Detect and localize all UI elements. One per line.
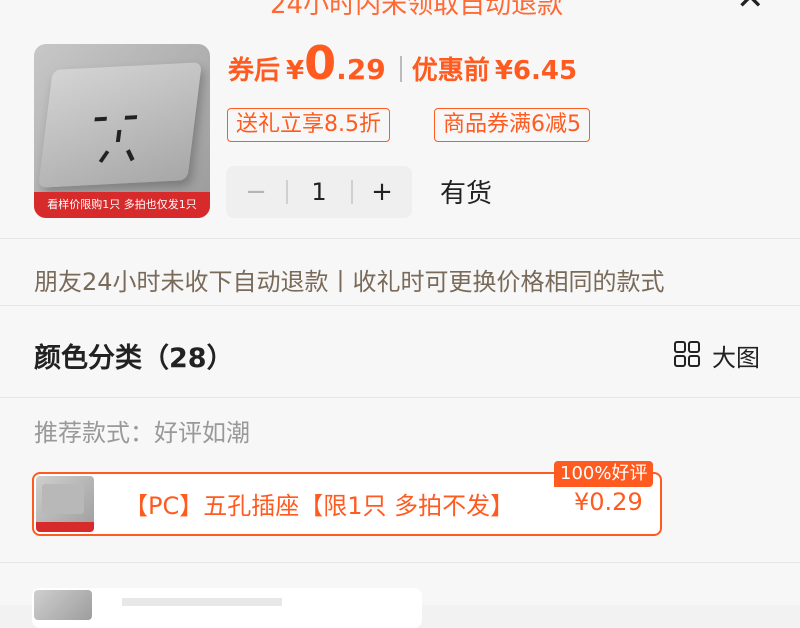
discount-tag: 送礼立享8.5折 xyxy=(227,108,390,142)
variant-thumbnail xyxy=(36,476,94,532)
close-icon[interactable]: ✕ xyxy=(736,0,765,18)
product-thumbnail[interactable]: 看样价限购1只 多拍也仅发1只 xyxy=(34,44,210,218)
stock-status: 有货 xyxy=(440,179,493,209)
original-price: ¥6.45 xyxy=(494,56,578,86)
variant-thumbnail xyxy=(34,590,92,620)
quantity-stepper: − 1 + xyxy=(226,166,412,218)
variant-section-title: 颜色分类（28） xyxy=(34,343,234,374)
increase-button[interactable]: + xyxy=(352,166,412,218)
rating-badge: 100%好评 xyxy=(554,461,654,487)
sku-sheet: 24小时内未领取自动退款 ✕ 看样价限购1只 多拍也仅发1只 券后¥0.29优惠… xyxy=(0,0,800,628)
recommend-label: 推荐款式：好评如潮 xyxy=(34,419,250,447)
price-decimal: .29 xyxy=(336,53,386,86)
original-price-label: 优惠前 xyxy=(411,56,490,86)
price-divider xyxy=(399,56,402,82)
thumb-promo-banner: 看样价限购1只 多拍也仅发1只 xyxy=(34,192,210,218)
variant-option[interactable] xyxy=(32,588,422,628)
quantity-value[interactable]: 1 xyxy=(287,166,351,218)
divider xyxy=(0,238,800,239)
socket-image xyxy=(38,62,202,188)
gift-notice: 朋友24小时未收下自动退款丨收礼时可更换价格相同的款式 xyxy=(34,268,665,296)
currency-symbol: ¥ xyxy=(286,56,305,86)
variant-name: 【PC】五孔插座【限1只 多拍不发】 xyxy=(124,492,515,520)
price-row: 券后 ¥0.29 优惠前 ¥6.45 xyxy=(228,36,577,90)
clipped-header-text: 24小时内未领取自动退款 xyxy=(270,0,564,20)
price-label: 券后 xyxy=(228,56,281,86)
divider xyxy=(0,562,800,563)
divider xyxy=(0,397,800,398)
price-integer: 0 xyxy=(304,36,337,90)
grid-icon[interactable] xyxy=(674,341,700,367)
divider xyxy=(0,305,800,306)
coupon-tag: 商品券满6减5 xyxy=(434,108,590,142)
large-view-toggle[interactable]: 大图 xyxy=(712,338,760,373)
variant-price: ¥0.29 xyxy=(574,488,643,516)
decrease-button[interactable]: − xyxy=(226,166,286,218)
